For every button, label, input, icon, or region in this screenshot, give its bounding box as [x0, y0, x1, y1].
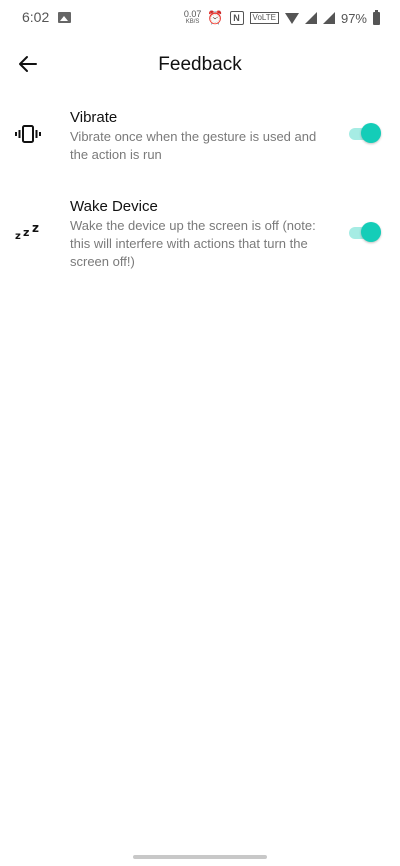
page-title: Feedback — [158, 54, 242, 75]
signal-icon-1 — [304, 12, 317, 24]
image-notification-icon — [58, 12, 71, 23]
vibrate-toggle[interactable] — [347, 122, 383, 146]
nfc-icon: N — [229, 11, 244, 25]
setting-wake-device-description: Wake the device up the screen is off (no… — [70, 218, 316, 269]
vibrate-icon — [14, 122, 42, 146]
status-bar: 6:02 0.07 KB/S ⏰ N VoLTE 97% — [0, 0, 400, 36]
alarm-icon: ⏰ — [207, 10, 224, 25]
setting-vibrate-text: Vibrate Vibrate once when the gesture is… — [70, 108, 330, 164]
vibrate-toggle-thumb — [361, 123, 381, 143]
network-speed-unit: KB/S — [185, 19, 200, 25]
network-speed-value: 0.07 — [183, 9, 202, 19]
sleep-zzz-icon: z z z — [15, 221, 39, 242]
setting-vibrate-description: Vibrate once when the gesture is used an… — [70, 129, 317, 162]
network-speed: 0.07 KB/S — [184, 10, 202, 26]
setting-vibrate[interactable]: Vibrate Vibrate once when the gesture is… — [0, 108, 400, 168]
status-time: 6:02 — [22, 9, 50, 25]
wake-device-toggle[interactable] — [347, 221, 383, 245]
gesture-navigation-bar[interactable] — [133, 855, 267, 859]
status-indicators: 0.07 KB/S ⏰ N VoLTE 97% — [184, 7, 380, 29]
wake-device-toggle-thumb — [361, 222, 381, 242]
setting-wake-device[interactable]: z z z Wake Device Wake the device up the… — [0, 197, 400, 275]
signal-icon-2 — [322, 12, 335, 24]
setting-vibrate-title: Vibrate — [70, 109, 118, 126]
battery-percent: 97% — [340, 10, 367, 26]
wifi-icon — [284, 12, 299, 24]
battery-icon — [373, 9, 380, 25]
setting-wake-device-text: Wake Device Wake the device up the scree… — [70, 197, 330, 271]
volte-icon: VoLTE — [249, 12, 279, 24]
setting-wake-device-title: Wake Device — [70, 198, 158, 215]
app-bar: Feedback — [0, 44, 400, 84]
